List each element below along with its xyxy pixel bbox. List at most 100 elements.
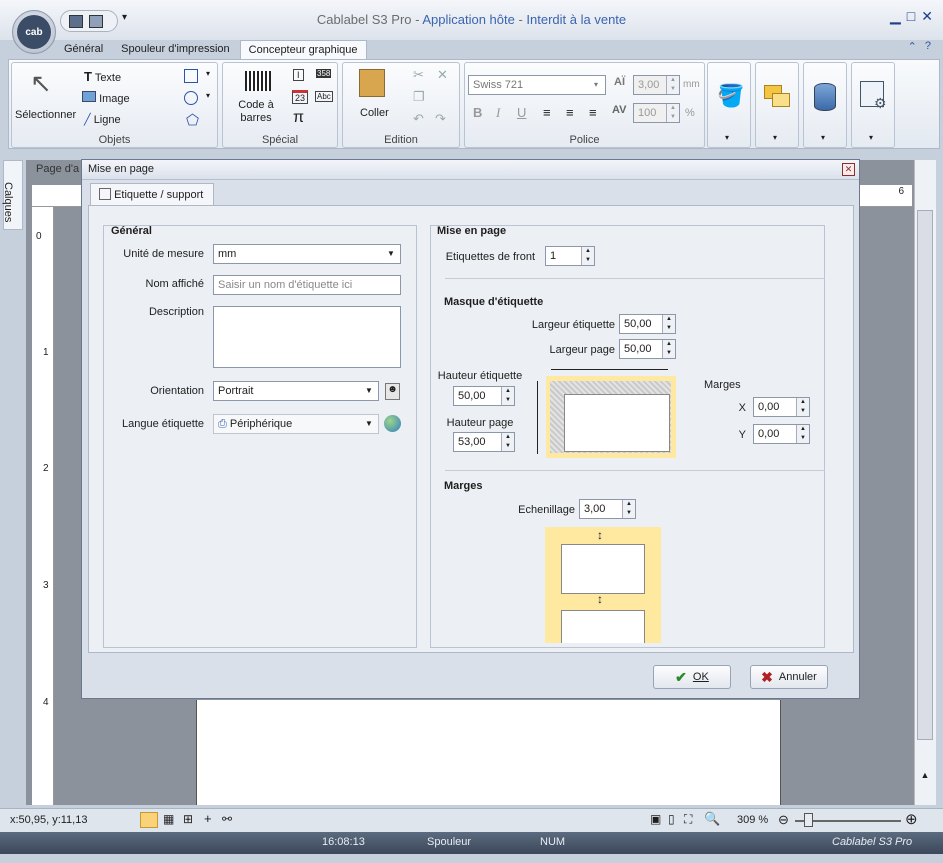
tab-spooler[interactable]: Spouleur d'impression: [113, 40, 238, 60]
align-left-icon[interactable]: ≡: [543, 105, 551, 120]
minimize-icon[interactable]: ▁: [890, 8, 901, 25]
formula-icon[interactable]: π: [293, 109, 304, 127]
calques-label: Calques: [2, 182, 14, 223]
line-icon: ╱: [84, 114, 91, 126]
crosshair-icon[interactable]: +: [204, 811, 212, 826]
zoom-in-icon[interactable]: ⊕: [905, 810, 918, 828]
app-menu-button[interactable]: cab: [12, 10, 56, 54]
zoom-icon[interactable]: 🔍: [704, 811, 720, 827]
help-icon[interactable]: ?: [925, 40, 931, 53]
select-arrow-icon[interactable]: ↖: [30, 68, 52, 99]
chevron-down-icon: ▼: [365, 419, 373, 428]
ok-button[interactable]: ✔ OK: [653, 665, 731, 689]
zoom-level: 309 %: [737, 814, 769, 826]
grid-lines-icon[interactable]: ▦: [163, 812, 174, 826]
window-title: Cablabel S3 Pro - Application hôte - Int…: [316, 12, 627, 27]
settings-group[interactable]: ⚙ ▾: [851, 62, 895, 148]
font-select[interactable]: Swiss 721 ▾: [468, 75, 606, 95]
snap-icon[interactable]: ⊞: [183, 812, 193, 826]
database-icon: [814, 83, 836, 111]
page-tab[interactable]: Page d'a: [36, 163, 79, 175]
unit-label: Unité de mesure: [123, 248, 204, 260]
group-objets: ↖ Sélectionner T Texte Image ╱ Ligne ▾ ▾…: [11, 62, 218, 148]
zoom-slider-thumb[interactable]: [804, 813, 813, 827]
front-input[interactable]: 1 ▲ ▼: [545, 246, 595, 266]
page-height-input[interactable]: 53,00 ▲ ▼: [453, 432, 515, 452]
page-height-label: Hauteur page: [446, 417, 514, 429]
ribbon-tabs: Général Spouleur d'impression Concepteur…: [56, 40, 367, 60]
mask-heading: Masque d'étiquette: [444, 296, 544, 308]
group-label: Objets: [98, 134, 131, 146]
barcode-button[interactable]: Code à barres: [235, 99, 277, 125]
language-select[interactable]: ⎙ Périphérique ▼: [213, 414, 379, 434]
page-width-input[interactable]: 50,00 ▲ ▼: [619, 339, 676, 359]
grid-dots-icon[interactable]: [140, 812, 158, 828]
cancel-button[interactable]: ✖ Annuler: [750, 665, 828, 689]
counter-icon[interactable]: 358: [316, 69, 332, 78]
x-input[interactable]: 0,00 ▲ ▼: [753, 397, 810, 417]
globe-icon[interactable]: [384, 415, 401, 432]
align-right-icon[interactable]: ≡: [589, 105, 597, 120]
text-tool[interactable]: T Texte: [84, 69, 121, 84]
tab-general[interactable]: Général: [56, 40, 111, 60]
fill-group[interactable]: 🪣 ▾: [707, 62, 751, 148]
close-icon[interactable]: ✕: [921, 8, 933, 25]
label-icon: [99, 188, 111, 200]
orientation-label: Orientation: [150, 385, 204, 397]
y-label: Y: [738, 429, 746, 441]
copy-icon: ❐: [413, 89, 425, 104]
ruler-tick-label: 0: [36, 231, 42, 242]
view-page-icon[interactable]: ▣: [650, 812, 661, 826]
ruler-tick-label: 2: [43, 463, 49, 474]
label-height-input[interactable]: 50,00 ▲ ▼: [453, 386, 515, 406]
chevron-down-icon[interactable]: ▾: [206, 91, 210, 100]
orientation-select[interactable]: Portrait ▼: [213, 381, 379, 401]
link-icon[interactable]: ⚯: [222, 812, 232, 826]
tab-label-support[interactable]: Etiquette / support: [90, 183, 214, 205]
view-single-icon[interactable]: ▯: [668, 812, 675, 826]
font-size-unit: mm: [683, 79, 700, 90]
name-input[interactable]: Saisir un nom d'étiquette ici: [213, 275, 401, 295]
zoom-out-icon[interactable]: ⊖: [778, 812, 789, 828]
arrow-updown-icon: ↕: [597, 592, 603, 606]
align-center-icon[interactable]: ≡: [566, 105, 574, 120]
image-tool[interactable]: Image: [82, 91, 130, 105]
collapse-ribbon-icon[interactable]: ⌃: [908, 40, 917, 53]
database-group[interactable]: ▾: [803, 62, 847, 148]
paste-button[interactable]: Coller: [360, 107, 389, 119]
rectangle-tool[interactable]: [184, 69, 198, 83]
barcode-icon[interactable]: [245, 71, 271, 91]
unit-select[interactable]: mm ▼: [213, 244, 401, 264]
line-tool[interactable]: ╱ Ligne: [84, 113, 121, 126]
label-preview-rect: [564, 394, 670, 452]
label-canvas[interactable]: [196, 700, 781, 805]
scroll-down-icon[interactable]: ▲: [914, 770, 936, 788]
arrange-group[interactable]: ▾: [755, 62, 799, 148]
step-input[interactable]: 3,00 ▲ ▼: [579, 499, 636, 519]
select-button[interactable]: Sélectionner: [15, 109, 76, 121]
margins-heading: Marges: [444, 480, 483, 492]
label-width-input[interactable]: 50,00 ▲ ▼: [619, 314, 676, 334]
person-icon[interactable]: ☻: [385, 383, 400, 400]
ellipse-tool[interactable]: [184, 91, 198, 105]
general-heading: Général: [111, 225, 152, 237]
dialog-close-icon[interactable]: ✕: [842, 163, 855, 176]
date-icon[interactable]: 23: [292, 90, 309, 104]
chevron-down-icon: ▼: [387, 249, 395, 258]
text-field-icon[interactable]: I: [293, 69, 304, 81]
group-police: Swiss 721 ▾ AÏ 3,00 ▲ ▼ mm B I U ≡ ≡ ≡ AV 1…: [464, 62, 705, 148]
maximize-icon[interactable]: □: [907, 8, 915, 25]
fit-icon[interactable]: ⛶: [684, 812, 692, 827]
polygon-tool[interactable]: ⬠: [186, 111, 199, 129]
description-input[interactable]: [213, 306, 401, 368]
paste-icon[interactable]: [359, 69, 385, 97]
chevron-down-icon[interactable]: ▾: [206, 69, 210, 78]
dialog-body: Général Unité de mesure mm ▼ Nom affiché …: [88, 205, 854, 653]
abc-icon[interactable]: Abc: [315, 91, 333, 102]
printer-icon: ⎙: [218, 418, 227, 430]
y-input[interactable]: 0,00 ▲ ▼: [753, 424, 810, 444]
tab-designer[interactable]: Concepteur graphique: [239, 40, 367, 60]
scrollbar-thumb[interactable]: [917, 210, 933, 740]
chevron-down-icon: ▾: [725, 133, 730, 142]
margins-label: Marges: [704, 379, 741, 391]
